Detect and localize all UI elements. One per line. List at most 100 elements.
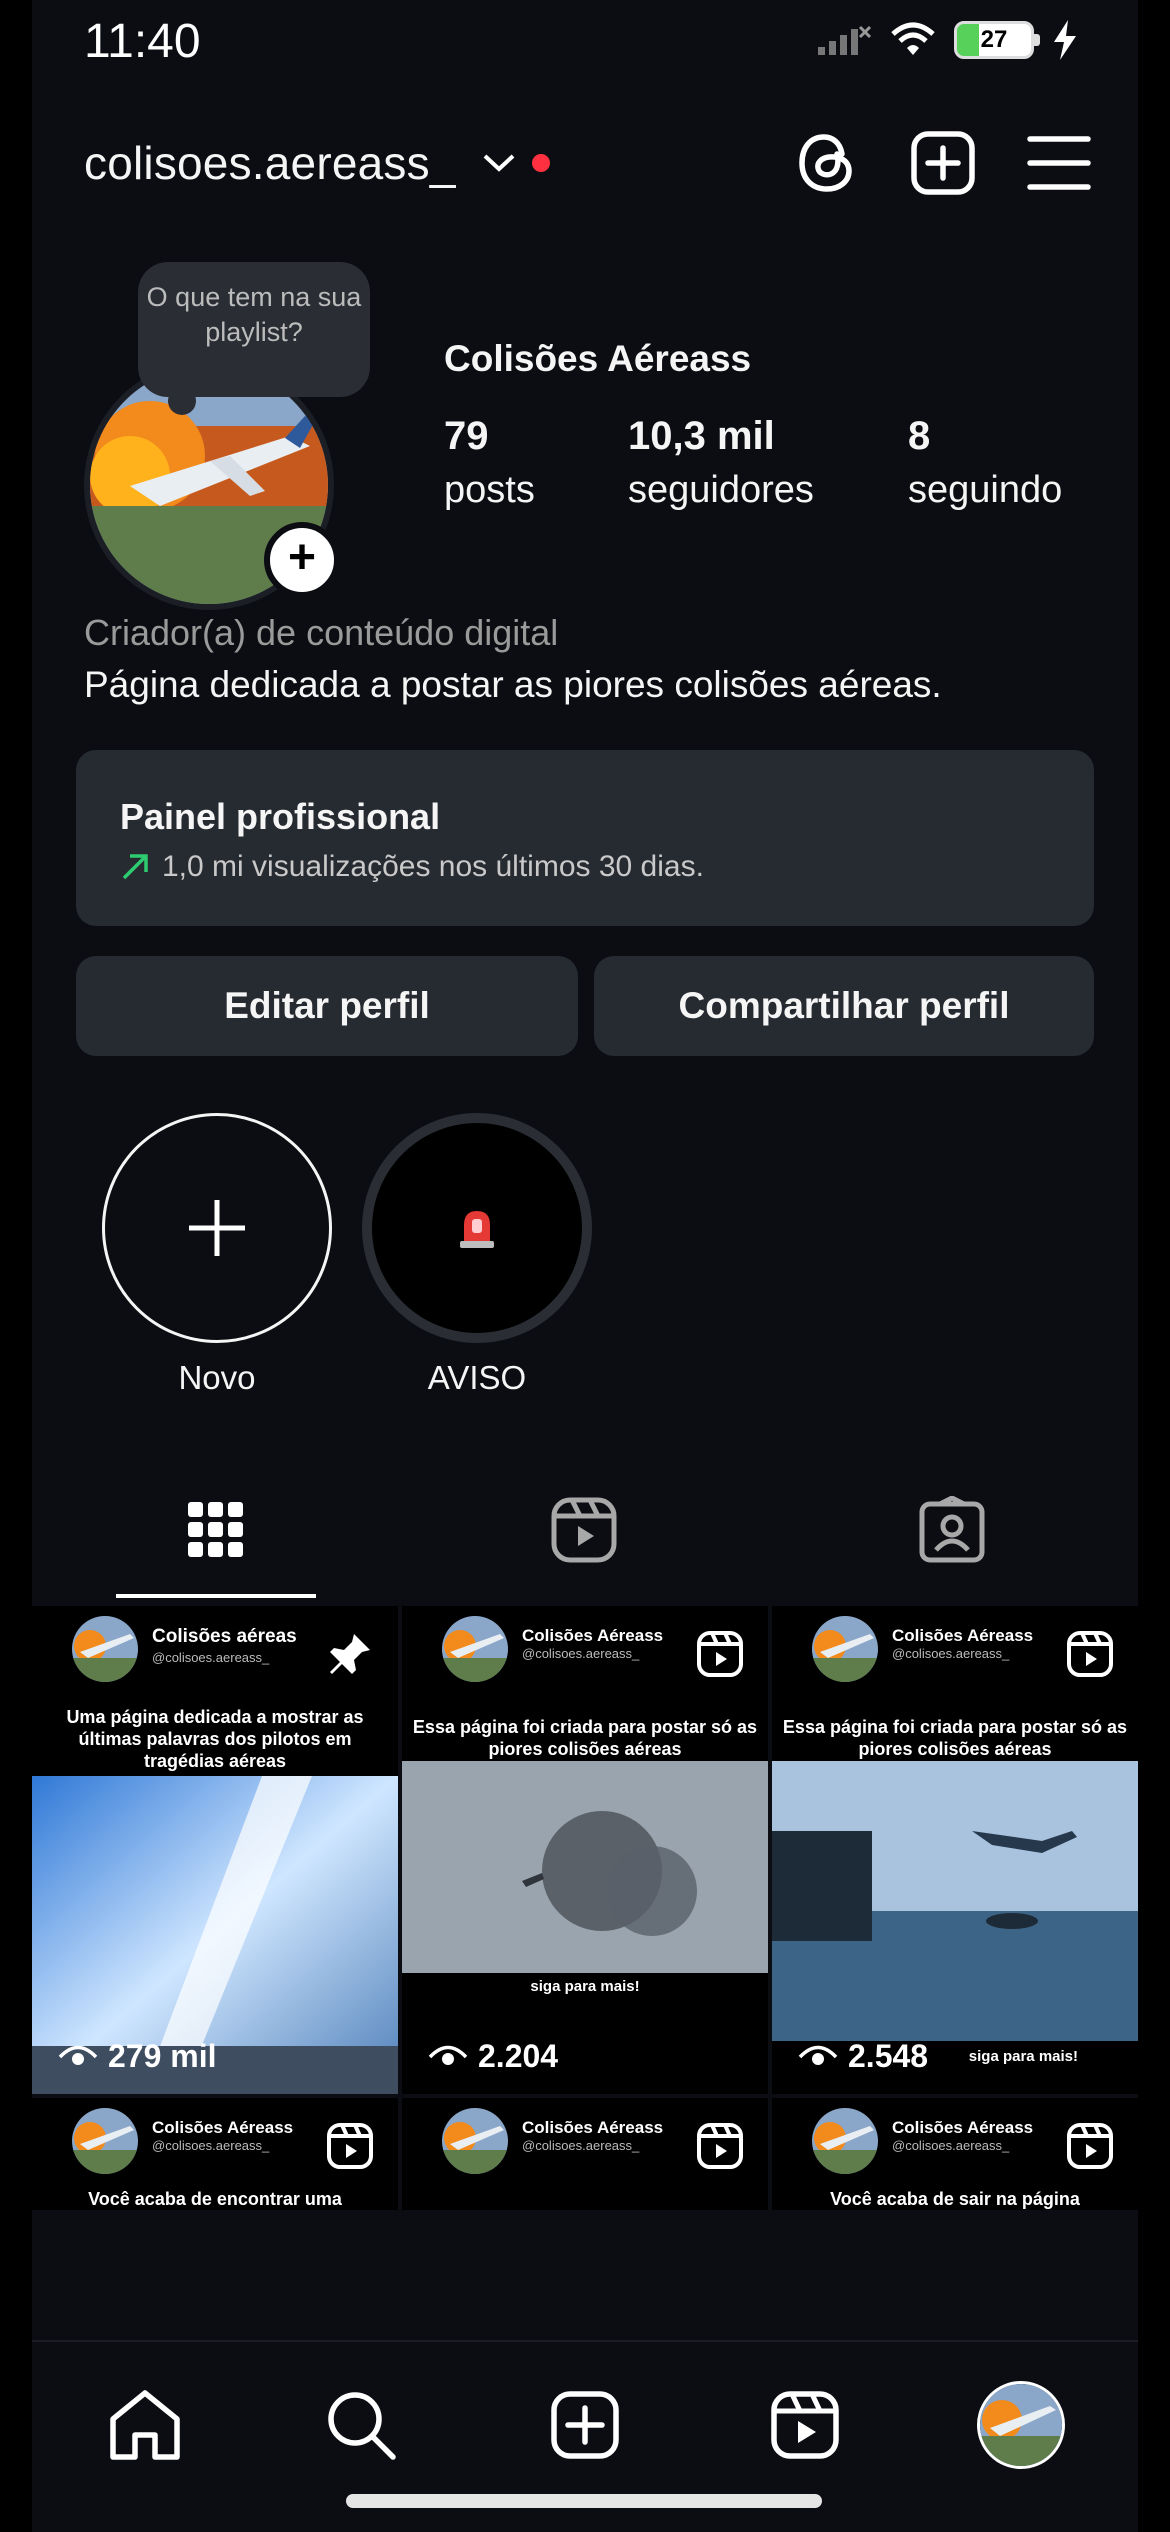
tile-account-handle: @colisoes.aereass_: [152, 1650, 270, 1665]
threads-icon[interactable]: [792, 128, 862, 198]
status-icons: 27: [816, 20, 1078, 60]
notification-dot: [531, 154, 550, 172]
post-tile[interactable]: Colisões Aéreass @colisoes.aereass_ Essa…: [772, 1606, 1138, 2094]
home-indicator: [346, 2494, 822, 2508]
pin-icon: [330, 1634, 370, 1674]
account-switcher-username[interactable]: colisoes.aereass_: [84, 136, 456, 190]
eye-icon: [58, 2045, 98, 2065]
posts-grid: Colisões aéreas @colisoes.aereass_ Uma p…: [32, 1606, 1138, 2210]
profile-category: Criador(a) de conteúdo digital: [84, 612, 559, 653]
profile-display-name: Colisões Aéreass: [444, 338, 752, 379]
plus-icon[interactable]: [102, 1113, 332, 1343]
tile-avatar: [442, 2108, 508, 2174]
highlight-aviso[interactable]: AVISO: [360, 1113, 594, 1397]
professional-dashboard-card[interactable]: Painel profissional 1,0 mi visualizações…: [76, 750, 1094, 926]
following-stat[interactable]: 8 seguindo: [908, 414, 1062, 512]
edit-profile-button[interactable]: Editar perfil: [76, 956, 578, 1056]
tile-avatar: [72, 2108, 138, 2174]
reel-icon: [697, 1631, 743, 1677]
posts-count: 79: [444, 414, 489, 458]
tile-account-name: Colisões Aéreass: [152, 2118, 294, 2137]
add-story-icon[interactable]: +: [264, 522, 340, 598]
reel-icon: [1067, 1631, 1113, 1677]
trend-up-icon: [122, 854, 148, 880]
charging-icon: [1054, 20, 1076, 60]
posts-stat[interactable]: 79 posts: [444, 414, 535, 512]
reel-icon: [327, 2123, 373, 2169]
reel-icon: [697, 2123, 743, 2169]
post-tile[interactable]: Colisões Aéreass @colisoes.aereass_ Essa…: [402, 1606, 768, 2094]
siren-icon[interactable]: [362, 1113, 592, 1343]
reel-icon: [1067, 2123, 1113, 2169]
tile-account-handle: @colisoes.aereass_: [152, 2138, 270, 2153]
highlight-new-label: Novo: [178, 1359, 256, 1396]
tile-avatar: [812, 1616, 878, 1682]
tile-view-count: 2.548: [848, 2038, 929, 2074]
eye-icon: [798, 2045, 838, 2065]
profile-top-bar: colisoes.aereass_: [84, 128, 1094, 198]
tile-caption: Uma página dedicada a mostrar as últimas…: [66, 1707, 364, 1771]
home-icon: [110, 2390, 180, 2460]
nav-profile[interactable]: [976, 2380, 1066, 2470]
chevron-down-icon[interactable]: [482, 152, 516, 174]
tile-account-name: Colisões aéreas: [152, 1626, 297, 1647]
dashboard-subtitle-row: 1,0 mi visualizações nos últimos 30 dias…: [120, 850, 704, 884]
following-label: seguindo: [908, 469, 1063, 511]
menu-icon[interactable]: [1024, 128, 1094, 198]
tab-tagged[interactable]: [768, 1480, 1136, 1580]
following-count: 8: [908, 414, 931, 458]
dashboard-title: Painel profissional: [120, 796, 441, 837]
battery-icon: 27: [954, 21, 1040, 59]
share-profile-button[interactable]: Compartilhar perfil: [594, 956, 1094, 1056]
tile-account-name: Colisões Aéreass: [892, 1626, 1034, 1645]
signal-icon: [818, 25, 872, 55]
grid-icon: [188, 1502, 243, 1557]
followers-label: seguidores: [628, 469, 814, 511]
profile-bio: Página dedicada a postar as piores colis…: [84, 664, 942, 705]
followers-stat[interactable]: 10,3 mil seguidores: [628, 414, 814, 512]
notes-bubble[interactable]: O que tem na sua playlist?: [138, 262, 370, 415]
tile-view-count: 279 mil: [108, 2038, 217, 2074]
posts-label: posts: [444, 469, 535, 511]
tile-account-name: Colisões Aéreass: [892, 2118, 1034, 2137]
top-actions: [792, 128, 1094, 198]
profile-content-tabs: [32, 1460, 1138, 1600]
nav-search[interactable]: [316, 2380, 406, 2470]
tile-view-count-row: 279 mil: [58, 2038, 217, 2075]
tile-account-handle: @colisoes.aereass_: [522, 2138, 640, 2153]
wifi-icon: [891, 22, 935, 55]
highlight-aviso-label: AVISO: [427, 1359, 527, 1396]
tile-account-handle: @colisoes.aereass_: [892, 2138, 1010, 2153]
post-tile[interactable]: Colisões Aéreass @colisoes.aereass_ Você…: [32, 2098, 398, 2210]
tile-account-handle: @colisoes.aereass_: [522, 1646, 640, 1661]
tile-caption: Essa página foi criada para postar só as…: [412, 1717, 758, 1759]
tile-account-name: Colisões Aéreass: [522, 2118, 664, 2137]
instagram-profile-screen: 11:40 27 colisoes.aereass_ O que tem na …: [32, 0, 1138, 2532]
tile-video-thumbnail: [402, 1761, 768, 1973]
tile-view-count: 2.204: [478, 2038, 559, 2074]
tile-avatar: [72, 1616, 138, 1682]
nav-reels[interactable]: [760, 2380, 850, 2470]
tile-account-name: Colisões Aéreass: [522, 1626, 664, 1645]
tile-account-handle: @colisoes.aereass_: [892, 1646, 1010, 1661]
nav-create[interactable]: [540, 2380, 630, 2470]
tab-reels[interactable]: [400, 1480, 768, 1580]
post-tile[interactable]: Colisões aéreas @colisoes.aereass_ Uma p…: [32, 1606, 398, 2094]
eye-icon: [428, 2045, 468, 2065]
create-post-icon[interactable]: [908, 128, 978, 198]
post-tile[interactable]: Colisões Aéreass @colisoes.aereass_ Você…: [772, 2098, 1138, 2210]
tile-caption: Essa página foi criada para postar só as…: [782, 1717, 1128, 1759]
followers-count: 10,3 mil: [628, 414, 775, 458]
highlight-new[interactable]: Novo: [100, 1113, 334, 1397]
active-tab-indicator: [116, 1594, 316, 1598]
tile-footer-text: siga para mais!: [530, 1978, 640, 1995]
dashboard-subtitle: 1,0 mi visualizações nos últimos 30 dias…: [162, 850, 704, 883]
tab-grid[interactable]: [32, 1480, 400, 1580]
post-tile[interactable]: Colisões Aéreass @colisoes.aereass_: [402, 2098, 768, 2210]
tile-caption: Você acaba de sair na página: [830, 2189, 1080, 2209]
status-time: 11:40: [84, 15, 201, 68]
tagged-icon: [919, 1496, 985, 1563]
nav-home[interactable]: [100, 2380, 190, 2470]
profile-avatar: [977, 2381, 1065, 2469]
search-icon: [328, 2392, 396, 2460]
